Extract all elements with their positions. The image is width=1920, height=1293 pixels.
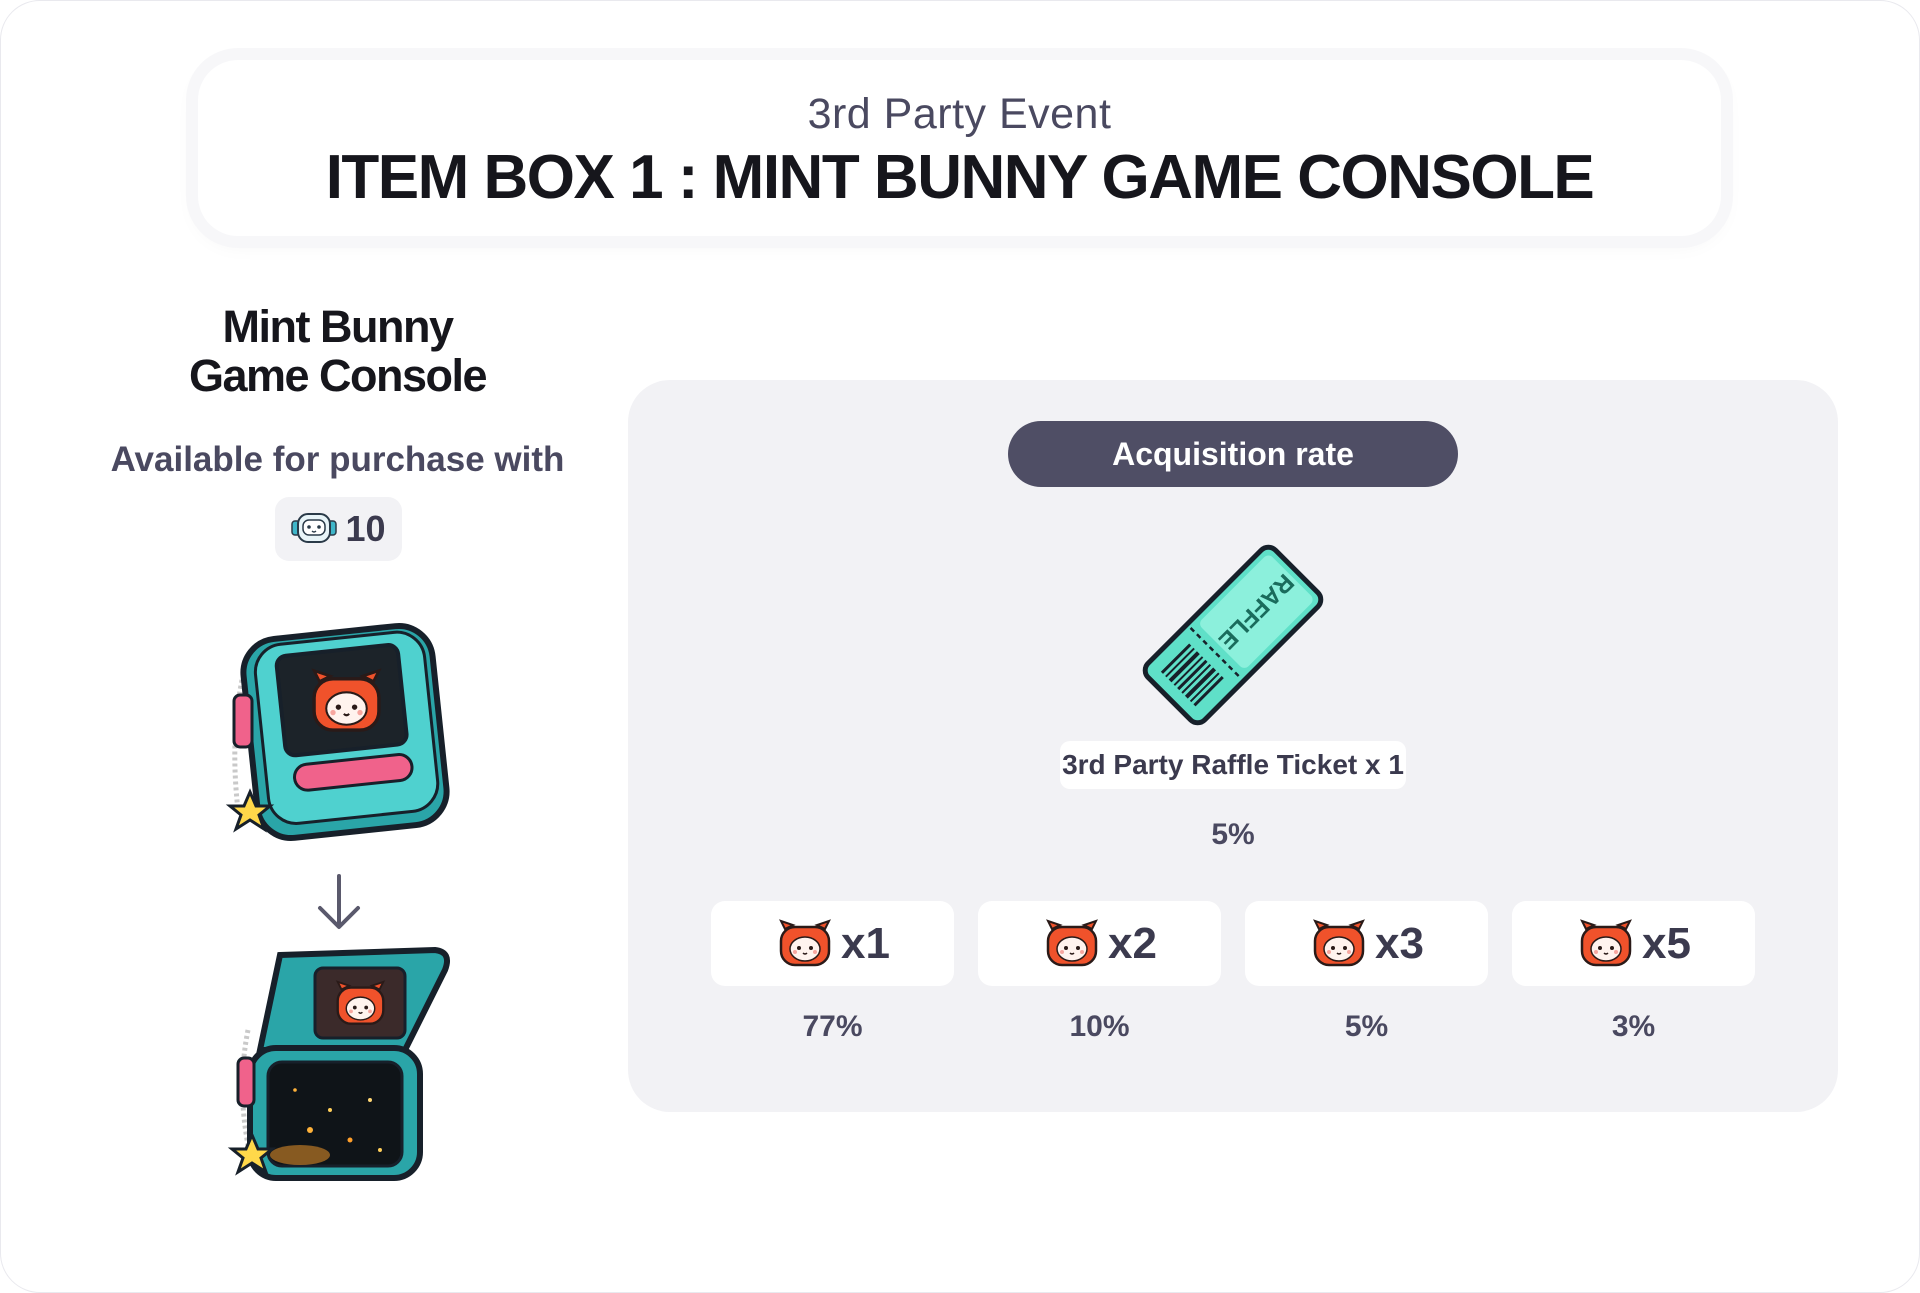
red-bunny-icon xyxy=(779,919,831,966)
bunny-x1-card: x1 xyxy=(711,901,954,986)
acquisition-rate-panel: Acquisition rate RAFFLE 3rd Party Raffle… xyxy=(628,380,1838,1112)
purchase-label: Available for purchase with xyxy=(110,440,565,479)
bunny-quantity: x5 xyxy=(1642,918,1691,968)
red-bunny-icon xyxy=(1580,919,1632,966)
bunny-x3-rate: 5% xyxy=(1344,1010,1389,1043)
robot-coin-icon xyxy=(291,513,338,543)
raffle-ticket-rate: 5% xyxy=(1211,818,1255,851)
bunny-quantity: x3 xyxy=(1375,918,1424,968)
page-title: ITEM BOX 1 : MINT BUNNY GAME CONSOLE xyxy=(325,143,1595,212)
bunny-x5-rate: 3% xyxy=(1611,1010,1656,1043)
bunny-quantity: x1 xyxy=(841,918,890,968)
price-chip: 10 xyxy=(275,497,402,561)
red-bunny-icon xyxy=(1313,919,1365,966)
bunny-x2-rate: 10% xyxy=(1069,1010,1130,1043)
bunny-x3-card: x3 xyxy=(1245,901,1488,986)
raffle-ticket-icon: RAFFLE xyxy=(1142,544,1324,726)
red-bunny-icon xyxy=(1046,919,1098,966)
header-card: 3rd Party Event ITEM BOX 1 : MINT BUNNY … xyxy=(198,60,1721,236)
item-name: Mint Bunny Game Console xyxy=(120,302,555,400)
item-name-line2: Game Console xyxy=(188,350,488,401)
bunny-quantity: x2 xyxy=(1108,918,1157,968)
game-console-closed-image xyxy=(225,622,450,842)
acquisition-rate-title: Acquisition rate xyxy=(1008,421,1458,487)
price-value: 10 xyxy=(345,508,386,549)
event-subtitle: 3rd Party Event xyxy=(807,90,1112,138)
bunny-x2-card: x2 xyxy=(978,901,1221,986)
item-name-line1: Mint Bunny xyxy=(222,301,454,352)
bunny-x5-card: x5 xyxy=(1512,901,1755,986)
arrow-down-icon xyxy=(318,874,360,929)
raffle-ticket-label: 3rd Party Raffle Ticket x 1 xyxy=(1060,741,1406,789)
bunny-x1-rate: 77% xyxy=(802,1010,863,1043)
game-console-open-image xyxy=(227,946,450,1181)
